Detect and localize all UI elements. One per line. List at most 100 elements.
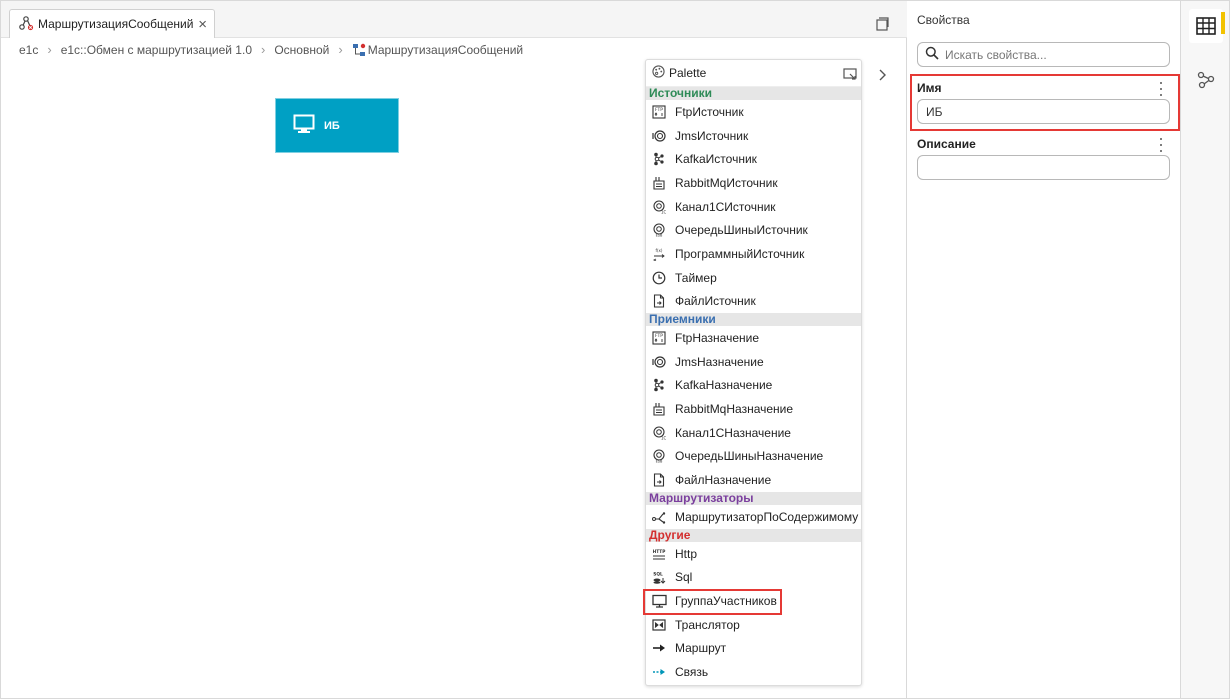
svg-text:ESB: ESB bbox=[656, 460, 663, 464]
properties-title: Свойства bbox=[917, 13, 970, 27]
palette-section-label: Другие bbox=[649, 527, 691, 542]
palette-item-label: FtpИсточник bbox=[675, 104, 744, 119]
name-more-icon[interactable] bbox=[1157, 82, 1165, 96]
palette-section-label: Маршрутизаторы bbox=[649, 491, 754, 505]
tab-close-icon[interactable]: × bbox=[198, 17, 207, 32]
file-icon bbox=[651, 472, 667, 488]
svg-text:SQL: SQL bbox=[653, 572, 663, 578]
palette-item[interactable]: JmsНазначение bbox=[646, 350, 861, 374]
participant-group-node[interactable]: ИБ bbox=[275, 98, 399, 153]
sql-icon: SQL bbox=[651, 569, 667, 585]
properties-table-icon[interactable] bbox=[1189, 9, 1223, 43]
palette-section-0: Источники bbox=[646, 87, 861, 100]
palette-item[interactable]: Таймер bbox=[646, 266, 861, 290]
search-input[interactable] bbox=[945, 47, 1155, 62]
palette-dock-icon[interactable] bbox=[843, 67, 857, 84]
palette-item[interactable]: 1C Канал1СНазначение bbox=[646, 421, 861, 445]
svg-text:FTP: FTP bbox=[655, 333, 663, 339]
tab-message-routing[interactable]: МаршрутизацияСообщений × bbox=[9, 9, 215, 38]
palette-item[interactable]: 1C Канал1СИсточник bbox=[646, 195, 861, 219]
palette-item-label: ОчередьШиныНазначение bbox=[675, 449, 824, 464]
palette-item[interactable]: RabbitMqНазначение bbox=[646, 397, 861, 421]
palette-item-label: ФайлИсточник bbox=[675, 294, 756, 309]
palette-item[interactable]: ГруппаУчастников bbox=[646, 589, 861, 613]
palette-item[interactable]: RabbitMqИсточник bbox=[646, 171, 861, 195]
routing-diagram-icon bbox=[352, 43, 366, 57]
monitor-icon bbox=[293, 114, 315, 137]
arrow-icon bbox=[651, 640, 667, 656]
translator-icon bbox=[651, 617, 667, 633]
palette-item-label: Маршрут bbox=[675, 641, 727, 656]
node-label: ИБ bbox=[324, 119, 340, 132]
svg-text:ESB: ESB bbox=[656, 234, 663, 238]
palette-item-label: Связь bbox=[675, 664, 709, 679]
palette-item[interactable]: Связь bbox=[646, 660, 861, 684]
palette-item[interactable]: HTTP Http bbox=[646, 542, 861, 566]
description-more-icon[interactable] bbox=[1157, 138, 1165, 152]
palette-item-label: JmsНазначение bbox=[675, 354, 764, 369]
palette-item[interactable]: f(x) ПрограммныйИсточник bbox=[646, 242, 861, 266]
palette-item[interactable]: Маршрут bbox=[646, 636, 861, 660]
palette-item[interactable]: KafkaИсточник bbox=[646, 147, 861, 171]
restore-editor-icon[interactable] bbox=[873, 15, 891, 33]
active-tab-indicator bbox=[1221, 12, 1225, 34]
palette-item-label: ОчередьШиныИсточник bbox=[675, 223, 808, 238]
palette-item[interactable]: Транслятор bbox=[646, 613, 861, 637]
diagram-icon bbox=[18, 15, 34, 34]
palette-item[interactable]: KafkaНазначение bbox=[646, 374, 861, 398]
bus-queue-icon: ESB bbox=[651, 448, 667, 464]
jms-icon bbox=[651, 128, 667, 144]
breadcrumb-item-routing[interactable]: МаршрутизацияСообщений bbox=[368, 43, 523, 57]
properties-search[interactable] bbox=[917, 42, 1170, 67]
palette-item-label: Канал1СНазначение bbox=[675, 425, 791, 440]
svg-text:HTTP: HTTP bbox=[653, 549, 666, 555]
palette-item-label: Http bbox=[675, 546, 698, 561]
palette-item[interactable]: JmsИсточник bbox=[646, 124, 861, 148]
breadcrumb-separator-icon: › bbox=[261, 42, 266, 57]
breadcrumb-item-e1c[interactable]: e1c bbox=[19, 43, 38, 57]
description-field[interactable] bbox=[917, 155, 1170, 180]
palette-section-2: Маршрутизаторы bbox=[646, 492, 861, 505]
palette-section-1: Приемники bbox=[646, 313, 861, 327]
palette-section-label: Источники bbox=[649, 86, 713, 100]
palette-item[interactable]: FTP FtpНазначение bbox=[646, 326, 861, 350]
http-icon: HTTP bbox=[651, 546, 667, 562]
palette-item-label: KafkaИсточник bbox=[675, 152, 757, 167]
palette-item-label: RabbitMqИсточник bbox=[675, 175, 778, 190]
palette-title: Palette bbox=[669, 66, 707, 80]
bus-queue-icon: ESB bbox=[651, 222, 667, 238]
link-icon bbox=[651, 664, 667, 680]
palette-item[interactable]: ФайлНазначение bbox=[646, 468, 861, 492]
palette-item[interactable]: ESB ОчередьШиныНазначение bbox=[646, 445, 861, 469]
monitor-icon bbox=[651, 593, 667, 609]
palette-item-label: Таймер bbox=[675, 270, 717, 285]
kafka-icon bbox=[651, 377, 667, 393]
description-label: Описание bbox=[917, 137, 976, 151]
breadcrumb-item-main[interactable]: Основной bbox=[274, 43, 329, 57]
program-icon: f(x) bbox=[651, 246, 667, 262]
structure-icon[interactable] bbox=[1189, 63, 1223, 97]
palette-item-label: Транслятор bbox=[675, 617, 740, 632]
ftp-icon: FTP bbox=[651, 104, 667, 120]
properties-panel: Свойства Имя Описание bbox=[907, 0, 1180, 699]
tab-label: МаршрутизацияСообщений bbox=[38, 17, 194, 31]
file-icon bbox=[651, 293, 667, 309]
kafka-icon bbox=[651, 151, 667, 167]
palette-item[interactable]: ФайлИсточник bbox=[646, 290, 861, 314]
palette-item-label: ПрограммныйИсточник bbox=[675, 246, 805, 261]
palette-item-label: JmsИсточник bbox=[675, 128, 749, 143]
clock-icon bbox=[651, 270, 667, 286]
palette-item-label: FtpНазначение bbox=[675, 331, 760, 346]
jms-icon bbox=[651, 354, 667, 370]
palette-item[interactable]: ESB ОчередьШиныИсточник bbox=[646, 218, 861, 242]
breadcrumb-item-exchange[interactable]: e1c::Обмен с маршрутизацией 1.0 bbox=[61, 43, 252, 57]
palette-item[interactable]: SQL Sql bbox=[646, 565, 861, 589]
palette-item[interactable]: МаршрутизаторПоСодержимому bbox=[646, 505, 861, 529]
palette-item-label: RabbitMqНазначение bbox=[675, 402, 794, 417]
palette-list: Источники FTP FtpИсточник JmsИсточник KafkaИ… bbox=[646, 87, 861, 684]
name-field[interactable] bbox=[917, 99, 1170, 124]
palette-item[interactable]: FTP FtpИсточник bbox=[646, 100, 861, 124]
ftp-icon: FTP bbox=[651, 330, 667, 346]
palette-collapse-icon[interactable] bbox=[875, 67, 889, 83]
rabbitmq-icon bbox=[651, 401, 667, 417]
